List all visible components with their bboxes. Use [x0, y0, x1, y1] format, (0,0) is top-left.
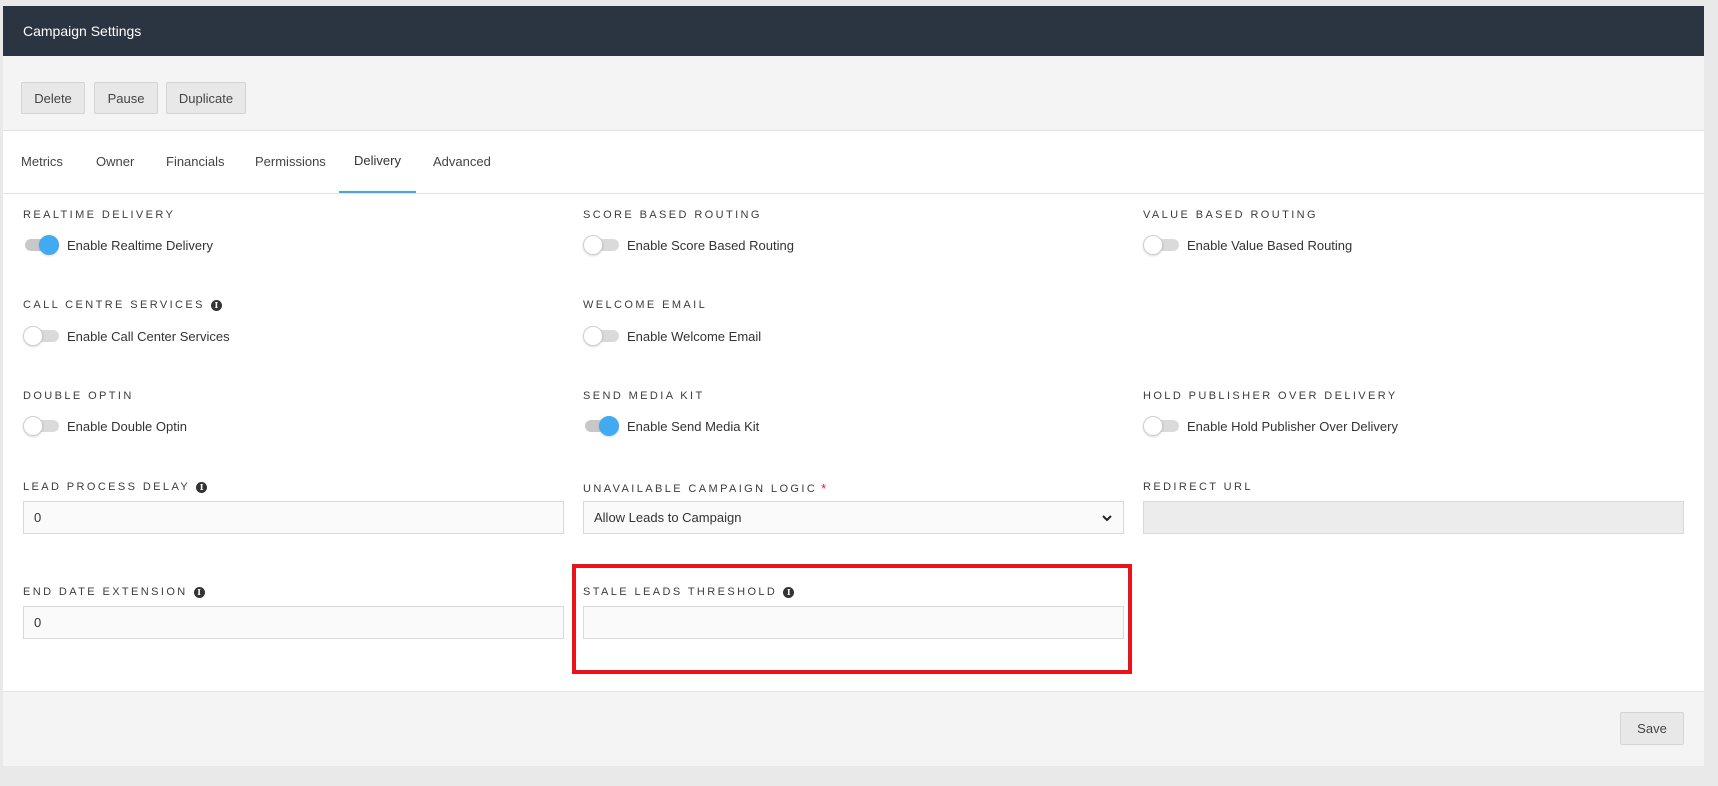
stale-leads-threshold-label: STALE LEADS THRESHOLD i [583, 586, 795, 598]
delete-button[interactable]: Delete [21, 82, 85, 114]
chevron-down-icon [1102, 514, 1112, 521]
hold-publisher-row: Enable Hold Publisher Over Delivery [1143, 415, 1398, 437]
lead-process-delay-label: LEAD PROCESS DELAY i [23, 481, 208, 493]
double-optin-label: DOUBLE OPTIN [23, 390, 134, 402]
stale-leads-threshold-label-text: STALE LEADS THRESHOLD [583, 586, 778, 598]
tab-advanced[interactable]: Advanced [433, 131, 491, 193]
realtime-delivery-label: REALTIME DELIVERY [23, 209, 175, 221]
realtime-delivery-row: Enable Realtime Delivery [23, 234, 213, 256]
campaign-settings-panel: Campaign Settings Delete Pause Duplicate… [3, 6, 1704, 766]
end-date-extension-input[interactable] [23, 606, 564, 639]
send-media-kit-toggle[interactable] [583, 415, 619, 437]
value-based-routing-label: VALUE BASED ROUTING [1143, 209, 1318, 221]
required-marker: * [821, 481, 827, 496]
hold-publisher-label: HOLD PUBLISHER OVER DELIVERY [1143, 390, 1398, 402]
welcome-email-label-text: WELCOME EMAIL [583, 299, 708, 311]
tab-metrics[interactable]: Metrics [21, 131, 63, 193]
double-optin-label-text: DOUBLE OPTIN [23, 390, 134, 402]
action-toolbar: Delete Pause Duplicate [3, 56, 1704, 131]
value-based-routing-toggle-label: Enable Value Based Routing [1187, 237, 1353, 253]
call-centre-services-label-text: CALL CENTRE SERVICES [23, 299, 205, 311]
score-based-routing-toggle-label: Enable Score Based Routing [627, 237, 794, 253]
score-based-routing-row: Enable Score Based Routing [583, 234, 794, 256]
call-center-services-toggle-label: Enable Call Center Services [67, 328, 230, 344]
value-based-routing-label-text: VALUE BASED ROUTING [1143, 209, 1318, 221]
redirect-url-label: REDIRECT URL [1143, 481, 1253, 493]
redirect-url-label-text: REDIRECT URL [1143, 481, 1253, 493]
hold-publisher-label-text: HOLD PUBLISHER OVER DELIVERY [1143, 390, 1398, 402]
send-media-kit-label: SEND MEDIA KIT [583, 390, 705, 402]
welcome-email-toggle[interactable] [583, 325, 619, 347]
pause-button[interactable]: Pause [94, 82, 158, 114]
hold-publisher-toggle-label: Enable Hold Publisher Over Delivery [1187, 418, 1398, 434]
welcome-email-row: Enable Welcome Email [583, 325, 761, 347]
tab-financials[interactable]: Financials [166, 131, 225, 193]
settings-tabs: Metrics Owner Financials Permissions Del… [3, 131, 1704, 194]
unavailable-campaign-logic-selected: Allow Leads to Campaign [594, 510, 742, 525]
double-optin-toggle[interactable] [23, 415, 59, 437]
save-button[interactable]: Save [1620, 712, 1684, 745]
redirect-url-input[interactable] [1143, 501, 1684, 534]
welcome-email-label: WELCOME EMAIL [583, 299, 707, 311]
duplicate-button[interactable]: Duplicate [166, 82, 246, 114]
send-media-kit-label-text: SEND MEDIA KIT [583, 390, 705, 402]
double-optin-row: Enable Double Optin [23, 415, 187, 437]
realtime-delivery-label-text: REALTIME DELIVERY [23, 209, 176, 221]
value-based-routing-toggle[interactable] [1143, 234, 1179, 256]
call-centre-services-row: Enable Call Center Services [23, 325, 230, 347]
info-icon[interactable]: i [193, 586, 205, 598]
score-based-routing-label-text: SCORE BASED ROUTING [583, 209, 762, 221]
hold-publisher-toggle[interactable] [1143, 415, 1179, 437]
tab-delivery[interactable]: Delivery [339, 131, 416, 193]
info-icon[interactable]: i [210, 299, 222, 311]
realtime-delivery-toggle[interactable] [23, 234, 59, 256]
send-media-kit-row: Enable Send Media Kit [583, 415, 759, 437]
end-date-extension-label: END DATE EXTENSION i [23, 586, 205, 598]
score-based-routing-toggle[interactable] [583, 234, 619, 256]
tab-permissions[interactable]: Permissions [255, 131, 326, 193]
tab-owner[interactable]: Owner [96, 131, 134, 193]
panel-title: Campaign Settings [23, 23, 142, 39]
lead-process-delay-input[interactable] [23, 501, 564, 534]
info-icon[interactable]: i [783, 586, 795, 598]
double-optin-toggle-label: Enable Double Optin [67, 418, 187, 434]
score-based-routing-label: SCORE BASED ROUTING [583, 209, 762, 221]
value-based-routing-row: Enable Value Based Routing [1143, 234, 1352, 256]
realtime-delivery-toggle-label: Enable Realtime Delivery [67, 237, 213, 253]
send-media-kit-toggle-label: Enable Send Media Kit [627, 418, 760, 434]
call-centre-services-label: CALL CENTRE SERVICES i [23, 299, 222, 311]
unavailable-campaign-logic-label: UNAVAILABLE CAMPAIGN LOGIC * [583, 481, 826, 496]
info-icon[interactable]: i [196, 481, 208, 493]
lead-process-delay-label-text: LEAD PROCESS DELAY [23, 481, 191, 493]
end-date-extension-label-text: END DATE EXTENSION [23, 586, 188, 598]
panel-header: Campaign Settings [3, 6, 1704, 56]
panel-footer: Save [3, 691, 1704, 766]
call-center-services-toggle[interactable] [23, 325, 59, 347]
welcome-email-toggle-label: Enable Welcome Email [627, 328, 762, 344]
unavailable-campaign-logic-label-text: UNAVAILABLE CAMPAIGN LOGIC [583, 482, 818, 495]
unavailable-campaign-logic-select[interactable]: Allow Leads to Campaign [583, 501, 1124, 534]
stale-leads-threshold-input[interactable] [583, 606, 1124, 639]
